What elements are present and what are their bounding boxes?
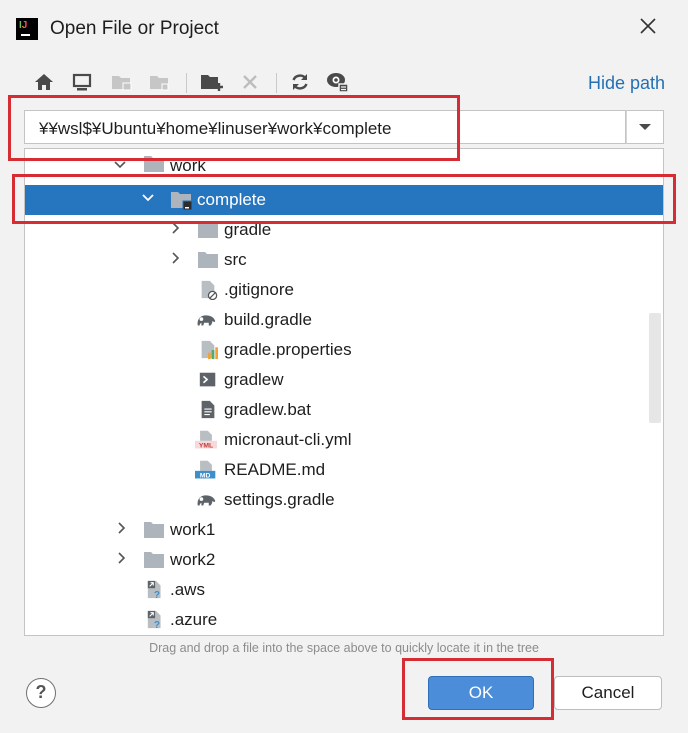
path-text: ¥¥wsl$¥Ubuntu¥home¥linuser¥work¥complete <box>39 119 392 138</box>
desktop-icon[interactable] <box>70 70 94 94</box>
svg-text:?: ? <box>154 590 160 600</box>
tree-item-label: gradle.properties <box>224 340 352 359</box>
tree-item-label: .gitignore <box>224 280 294 299</box>
project-folder-icon <box>110 70 134 94</box>
gradle-elephant-icon <box>197 315 216 326</box>
chevron-down-icon <box>639 124 651 130</box>
tree-item-label: work <box>170 156 206 175</box>
unknown-link-icon: ? <box>147 580 161 600</box>
tree-item-label: gradlew.bat <box>224 400 311 419</box>
tree-item-label: work2 <box>170 550 216 569</box>
tree-item-label: .aws <box>170 580 205 599</box>
tree-item-label: .azure <box>170 610 218 629</box>
text-file-icon <box>201 400 215 419</box>
folder-icon <box>171 192 192 210</box>
tree-row-aws[interactable]: ? .aws <box>25 575 663 605</box>
tree-item-label: src <box>224 250 247 269</box>
title-bar: IJ Open File or Project <box>0 0 688 60</box>
tree-row-settings-gradle[interactable]: settings.gradle <box>25 485 663 515</box>
toolbar-separator <box>276 73 277 93</box>
tree-item-label: gradle <box>224 220 272 239</box>
home-icon[interactable] <box>32 70 56 94</box>
drag-drop-hint: Drag and drop a file into the space abov… <box>149 641 539 655</box>
shell-script-icon <box>199 372 216 387</box>
show-hidden-icon[interactable] <box>326 70 350 94</box>
path-history-dropdown[interactable] <box>626 110 664 144</box>
chevron-right-icon[interactable] <box>115 521 129 535</box>
tree-row-build-gradle[interactable]: build.gradle <box>25 305 663 335</box>
tree-scrollbar[interactable] <box>649 313 661 423</box>
yml-file-icon: YML <box>195 430 217 450</box>
file-tree[interactable]: work complete gradle src .gitignore buil… <box>24 148 664 636</box>
unknown-link-icon: ? <box>147 610 161 630</box>
chevron-right-icon[interactable] <box>169 251 183 265</box>
tree-row-gitignore[interactable]: .gitignore <box>25 275 663 305</box>
new-folder-icon[interactable] <box>200 70 224 94</box>
window-title: Open File or Project <box>50 18 219 39</box>
tree-item-label: README.md <box>224 460 326 479</box>
help-button[interactable]: ? <box>26 678 56 708</box>
close-icon[interactable] <box>636 16 660 40</box>
chevron-down-icon[interactable] <box>141 191 155 205</box>
tree-row-src[interactable]: src <box>25 245 663 275</box>
tree-row-work2[interactable]: work2 <box>25 545 663 575</box>
properties-file-icon <box>201 340 218 360</box>
tree-row-gradle[interactable]: gradle <box>25 215 663 245</box>
ignore-file-icon <box>201 280 218 300</box>
tree-item-label: gradlew <box>224 370 284 389</box>
svg-text:?: ? <box>154 620 160 630</box>
tree-item-label: work1 <box>170 520 216 539</box>
refresh-icon[interactable] <box>288 70 312 94</box>
svg-text:YML: YML <box>199 443 213 450</box>
tree-item-label: complete <box>197 190 266 209</box>
tree-row-gradlew-bat[interactable]: gradlew.bat <box>25 395 663 425</box>
tree-item-label: settings.gradle <box>224 490 335 509</box>
folder-icon <box>144 522 164 538</box>
tree-row-work[interactable]: work <box>25 154 663 184</box>
path-input[interactable]: ¥¥wsl$¥Ubuntu¥home¥linuser¥work¥complete <box>24 110 626 144</box>
tree-item-label: build.gradle <box>224 310 312 329</box>
ok-button[interactable]: OK <box>428 676 534 710</box>
folder-icon <box>198 222 218 238</box>
gradle-elephant-icon <box>197 495 216 506</box>
svg-text:MD: MD <box>200 473 211 480</box>
markdown-file-icon: MD <box>195 460 216 480</box>
toolbar-separator <box>186 73 187 93</box>
tree-item-label: micronaut-cli.yml <box>224 430 352 449</box>
cancel-button[interactable]: Cancel <box>554 676 662 710</box>
tree-row-azure[interactable]: ? .azure <box>25 605 663 635</box>
tree-row-work1[interactable]: work1 <box>25 515 663 545</box>
module-folder-icon <box>148 70 172 94</box>
intellij-app-icon: IJ <box>16 18 38 40</box>
chevron-down-icon[interactable] <box>113 158 127 172</box>
delete-icon <box>238 70 262 94</box>
chevron-right-icon[interactable] <box>115 551 129 565</box>
tree-row-gradle-properties[interactable]: gradle.properties <box>25 335 663 365</box>
folder-icon <box>144 156 164 172</box>
tree-row-micronaut-cli[interactable]: YML micronaut-cli.yml <box>25 425 663 455</box>
folder-icon <box>198 252 218 268</box>
tree-row-readme[interactable]: MD README.md <box>25 455 663 485</box>
tree-row-complete[interactable]: complete <box>25 185 663 215</box>
folder-icon <box>144 552 164 568</box>
hide-path-link[interactable]: Hide path <box>588 73 665 94</box>
chevron-right-icon[interactable] <box>169 221 183 235</box>
tree-row-gradlew[interactable]: gradlew <box>25 365 663 395</box>
